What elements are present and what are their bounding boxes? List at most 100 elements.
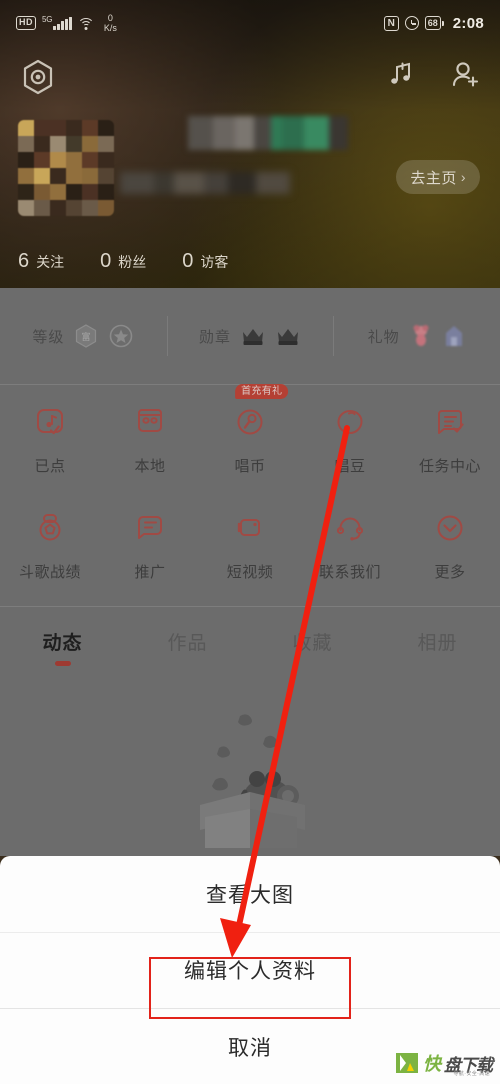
tab-favorites[interactable]: 收藏 bbox=[250, 628, 375, 655]
nfc-icon: N bbox=[384, 16, 399, 31]
profile-body: 等级 富 勋章 礼物 已点 本地 首充有礼 唱币 唱豆 任务中心 斗歌战绩 推广… bbox=[0, 288, 500, 856]
tab-label: 收藏 bbox=[292, 633, 332, 654]
grid-item-contact-us[interactable]: 联系我们 bbox=[300, 490, 400, 596]
network-generation-label: 5G bbox=[42, 16, 52, 24]
grid-item-more[interactable]: 更多 bbox=[400, 490, 500, 596]
headset-icon bbox=[330, 508, 370, 548]
badge-label: 等级 bbox=[32, 326, 64, 347]
active-tab-indicator bbox=[55, 661, 71, 666]
network-speed-indicator: 0 K/s bbox=[104, 13, 117, 33]
wifi-icon bbox=[78, 17, 95, 30]
crown-medal-icon bbox=[275, 326, 301, 346]
app-bar bbox=[0, 48, 500, 106]
action-label: 查看大图 bbox=[206, 879, 294, 909]
tab-album[interactable]: 相册 bbox=[375, 628, 500, 655]
first-recharge-badge: 首充有礼 bbox=[235, 384, 288, 399]
signal-bars-icon bbox=[53, 17, 72, 30]
grid-item-label: 任务中心 bbox=[419, 455, 481, 476]
empty-box-illustration bbox=[0, 680, 500, 856]
gift-pink-icon bbox=[409, 323, 433, 349]
grid-item-label: 斗歌战绩 bbox=[19, 561, 81, 582]
status-bar-right: N 68 2:08 bbox=[384, 15, 484, 32]
feature-grid: 已点 本地 首充有礼 唱币 唱豆 任务中心 斗歌战绩 推广 短视频 联系我们 更… bbox=[0, 384, 500, 596]
status-bar-clock: 2:08 bbox=[453, 15, 484, 32]
feature-grid-row-2: 斗歌战绩 推广 短视频 联系我们 更多 bbox=[0, 490, 500, 596]
content-tabs: 动态 作品 收藏 相册 bbox=[0, 610, 500, 672]
network-speed-unit: K/s bbox=[104, 23, 117, 33]
badge-level[interactable]: 等级 富 bbox=[0, 310, 167, 362]
music-notes-icon[interactable] bbox=[384, 58, 418, 97]
grid-item-promote[interactable]: 推广 bbox=[100, 490, 200, 596]
status-bar: HD 5G 0 K/s N 68 2:08 bbox=[0, 0, 500, 46]
battery-icon: 68 bbox=[425, 16, 444, 30]
badge-medal[interactable]: 勋章 bbox=[167, 310, 334, 362]
gift-blue-icon bbox=[442, 323, 466, 349]
badges-strip: 等级 富 勋章 礼物 bbox=[0, 288, 500, 384]
badge-gift[interactable]: 礼物 bbox=[333, 310, 500, 362]
action-edit-profile[interactable]: 编辑个人资料 bbox=[0, 932, 500, 1008]
tab-works[interactable]: 作品 bbox=[125, 628, 250, 655]
stat-visitors[interactable]: 0 访客 bbox=[182, 250, 228, 273]
music-check-icon bbox=[30, 402, 70, 442]
action-label: 取消 bbox=[228, 1032, 272, 1062]
stat-value: 6 bbox=[18, 250, 29, 273]
grid-item-task-center[interactable]: 任务中心 bbox=[400, 384, 500, 490]
stat-fans[interactable]: 0 粉丝 bbox=[100, 250, 146, 273]
badge-label: 礼物 bbox=[368, 326, 400, 347]
grid-item-coin[interactable]: 首充有礼 唱币 bbox=[200, 384, 300, 490]
tab-label: 相册 bbox=[417, 633, 457, 654]
stat-following[interactable]: 6 关注 bbox=[18, 250, 64, 273]
grid-item-label: 唱豆 bbox=[334, 455, 365, 476]
grid-item-local[interactable]: 本地 bbox=[100, 384, 200, 490]
battle-record-icon bbox=[30, 508, 70, 548]
hexagon-settings-icon[interactable] bbox=[18, 57, 58, 97]
coin-mic-icon bbox=[230, 402, 270, 442]
local-folder-icon bbox=[130, 402, 170, 442]
grid-item-label: 更多 bbox=[434, 561, 465, 582]
watermark-tagline: 导航·安全·高速 bbox=[453, 1070, 490, 1077]
grid-item-label: 本地 bbox=[134, 455, 165, 476]
chevron-down-circle-icon bbox=[430, 508, 470, 548]
stat-value: 0 bbox=[100, 250, 111, 273]
stat-label: 粉丝 bbox=[118, 252, 146, 272]
grid-item-bean[interactable]: 唱豆 bbox=[300, 384, 400, 490]
avatar[interactable] bbox=[18, 120, 114, 216]
grid-item-label: 联系我们 bbox=[319, 561, 381, 582]
short-video-icon bbox=[230, 508, 270, 548]
promote-icon bbox=[130, 508, 170, 548]
stat-value: 0 bbox=[182, 250, 193, 273]
grid-item-already-picked[interactable]: 已点 bbox=[0, 384, 100, 490]
nickname-blurred bbox=[188, 116, 348, 150]
grid-item-label: 推广 bbox=[134, 561, 165, 582]
level-hexagon-icon: 富 bbox=[73, 323, 99, 349]
bean-icon bbox=[330, 402, 370, 442]
level-star-icon bbox=[108, 323, 134, 349]
alarm-icon bbox=[405, 16, 419, 30]
stat-label: 访客 bbox=[200, 252, 228, 272]
grid-item-battle-record[interactable]: 斗歌战绩 bbox=[0, 490, 100, 596]
add-person-icon[interactable] bbox=[448, 58, 482, 97]
tab-label: 动态 bbox=[42, 633, 82, 654]
kuaipan-logo-icon bbox=[395, 1051, 419, 1075]
go-home-label: 去主页 bbox=[410, 167, 457, 188]
chevron-right-icon: › bbox=[461, 169, 466, 185]
feature-grid-row-1: 已点 本地 首充有礼 唱币 唱豆 任务中心 bbox=[0, 384, 500, 490]
network-speed-value: 0 bbox=[108, 13, 113, 23]
profile-subtitle-blurred bbox=[120, 172, 290, 194]
grid-item-short-video[interactable]: 短视频 bbox=[200, 490, 300, 596]
grid-item-label: 短视频 bbox=[227, 561, 274, 582]
hd-icon: HD bbox=[16, 16, 36, 30]
crown-medal-icon bbox=[240, 326, 266, 346]
battery-percent-label: 68 bbox=[425, 16, 441, 30]
action-view-large-image[interactable]: 查看大图 bbox=[0, 856, 500, 932]
watermark: 快 盘下载 导航·安全·高速 bbox=[395, 1050, 492, 1076]
svg-text:富: 富 bbox=[82, 331, 91, 342]
profile-stats: 6 关注 0 粉丝 0 访客 bbox=[0, 240, 500, 282]
task-list-icon bbox=[430, 402, 470, 442]
tab-dynamic[interactable]: 动态 bbox=[0, 628, 125, 655]
phone-screen: HD 5G 0 K/s N 68 2:08 去主页 › 6 关注 0 粉丝 0 … bbox=[0, 0, 500, 1084]
signal-strength-icon: 5G bbox=[42, 16, 72, 30]
app-bar-actions bbox=[384, 58, 482, 97]
go-home-button[interactable]: 去主页 › bbox=[396, 160, 480, 194]
watermark-text-primary: 快 bbox=[423, 1050, 440, 1076]
